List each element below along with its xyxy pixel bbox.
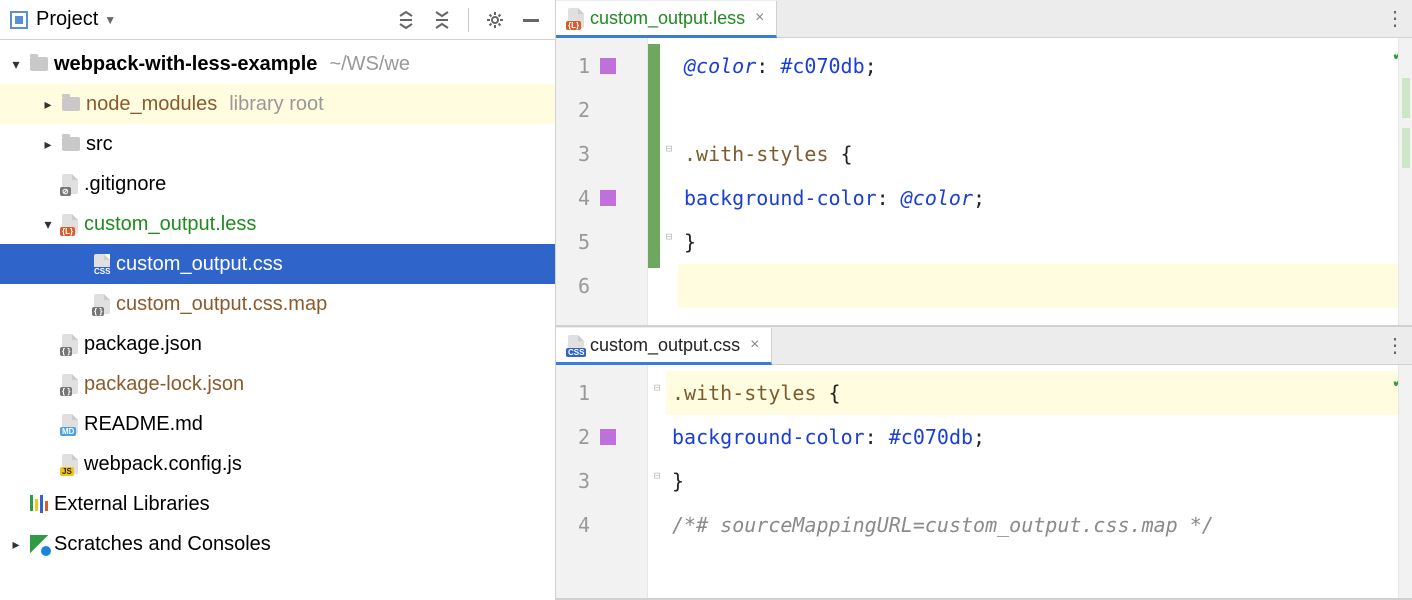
tree-label: src [86, 133, 113, 156]
chevron-down-icon: ▼ [104, 13, 116, 27]
project-view-selector[interactable]: Project ▼ [36, 8, 116, 31]
chevron-down-icon[interactable]: ▾ [40, 216, 56, 233]
tree-package-lock[interactable]: ▸ { } package-lock.json [0, 364, 555, 404]
tree-label: webpack-with-less-example [54, 53, 317, 76]
editor-tabs-bottom: CSS custom_output.css × ⋮ [556, 327, 1412, 365]
tree-webpack-config[interactable]: ▸ JS webpack.config.js [0, 444, 555, 484]
settings-button[interactable] [481, 6, 509, 34]
project-panel-header: Project ▼ [0, 0, 555, 40]
editor-options-button[interactable]: ⋮ [1378, 0, 1412, 37]
chevron-down-icon[interactable]: ▾ [8, 56, 24, 73]
tree-label: custom_output.css [116, 253, 283, 276]
line-number-gutter[interactable]: 1 2 3 4 [556, 365, 648, 598]
code-editor-top[interactable]: 1 2 3 4 5 6 ⊟ ⊟ @color: #c070db; .with-s… [556, 38, 1412, 325]
tree-readme[interactable]: ▸ MD README.md [0, 404, 555, 444]
chevron-right-icon[interactable]: ▸ [8, 536, 24, 553]
close-tab-button[interactable]: × [750, 336, 759, 354]
js-file-icon: JS [62, 454, 78, 474]
tree-external-libraries[interactable]: ▸ External Libraries [0, 484, 555, 524]
tree-label: package.json [84, 333, 202, 356]
folder-icon [62, 137, 80, 151]
color-swatch-icon[interactable] [600, 58, 616, 74]
tree-project-root[interactable]: ▾ webpack-with-less-example ~/WS/we [0, 44, 555, 84]
scratches-icon [30, 535, 48, 553]
tree-custom-css-map[interactable]: ▸ { } custom_output.css.map [0, 284, 555, 324]
chevron-right-icon[interactable]: ▸ [40, 136, 56, 153]
tree-hint: library root [229, 93, 323, 116]
close-tab-button[interactable]: × [755, 9, 764, 27]
tab-label: custom_output.less [590, 8, 745, 29]
tab-custom-output-css[interactable]: CSS custom_output.css × [556, 328, 772, 365]
css-file-icon: CSS [568, 335, 584, 355]
collapse-all-button[interactable] [428, 6, 456, 34]
tree-custom-css[interactable]: ▸ CSS custom_output.css [0, 244, 555, 284]
editor-tabs-top: {L} custom_output.less × ⋮ [556, 0, 1412, 38]
code-content[interactable]: .with-styles { background-color: #c070db… [666, 365, 1398, 598]
fold-gutter[interactable]: ⊟ ⊟ [648, 365, 666, 598]
project-tree[interactable]: ▾ webpack-with-less-example ~/WS/we ▸ no… [0, 40, 555, 600]
less-file-icon: {L} [62, 214, 78, 234]
tree-path-hint: ~/WS/we [329, 53, 410, 76]
tree-label: package-lock.json [84, 373, 244, 396]
color-swatch-icon[interactable] [600, 190, 616, 206]
json-file-icon: { } [62, 334, 78, 354]
tree-scratches[interactable]: ▸ Scratches and Consoles [0, 524, 555, 564]
panel-title: Project [36, 8, 98, 31]
tree-label: webpack.config.js [84, 453, 242, 476]
external-libraries-icon [30, 495, 48, 513]
chevron-right-icon[interactable]: ▸ [40, 96, 56, 113]
file-icon: ⊘ [62, 174, 78, 194]
editor-options-button[interactable]: ⋮ [1378, 327, 1412, 364]
editor-pane-top: {L} custom_output.less × ⋮ 1 2 3 4 5 6 ⊟ [556, 0, 1412, 327]
tab-custom-output-less[interactable]: {L} custom_output.less × [556, 1, 777, 38]
vcs-change-marker [648, 44, 660, 268]
tab-label: custom_output.css [590, 335, 740, 356]
color-swatch-icon[interactable] [600, 429, 616, 445]
folder-icon [62, 97, 80, 111]
tree-label: custom_output.css.map [116, 293, 327, 316]
tree-src[interactable]: ▸ src [0, 124, 555, 164]
hide-panel-button[interactable] [517, 6, 545, 34]
project-tool-window: Project ▼ ▾ webpack-with-less-example ~/… [0, 0, 556, 600]
line-number-gutter[interactable]: 1 2 3 4 5 6 [556, 38, 648, 325]
editor-area: {L} custom_output.less × ⋮ 1 2 3 4 5 6 ⊟ [556, 0, 1412, 600]
json-file-icon: { } [62, 374, 78, 394]
css-file-icon: CSS [94, 254, 110, 274]
json-file-icon: { } [94, 294, 110, 314]
fold-gutter[interactable]: ⊟ ⊟ [660, 38, 678, 325]
less-file-icon: {L} [568, 8, 584, 28]
tree-node-modules[interactable]: ▸ node_modules library root [0, 84, 555, 124]
folder-icon [30, 57, 48, 71]
code-content[interactable]: @color: #c070db; .with-styles { backgrou… [678, 38, 1398, 325]
md-file-icon: MD [62, 414, 78, 434]
expand-all-button[interactable] [392, 6, 420, 34]
tree-label: Scratches and Consoles [54, 533, 271, 556]
tree-custom-less[interactable]: ▾ {L} custom_output.less [0, 204, 555, 244]
code-editor-bottom[interactable]: 1 2 3 4 ⊟ ⊟ .with-styles { background-co… [556, 365, 1412, 598]
tree-label: .gitignore [84, 173, 166, 196]
tree-label: custom_output.less [84, 213, 256, 236]
project-view-icon [10, 11, 28, 29]
tree-label: node_modules [86, 93, 217, 116]
tree-label: README.md [84, 413, 203, 436]
tree-label: External Libraries [54, 493, 210, 516]
editor-pane-bottom: CSS custom_output.css × ⋮ 1 2 3 4 ⊟ ⊟ .w… [556, 327, 1412, 600]
tree-package-json[interactable]: ▸ { } package.json [0, 324, 555, 364]
error-stripe[interactable] [1398, 365, 1412, 598]
error-stripe[interactable] [1398, 38, 1412, 325]
tree-gitignore[interactable]: ▸ ⊘ .gitignore [0, 164, 555, 204]
